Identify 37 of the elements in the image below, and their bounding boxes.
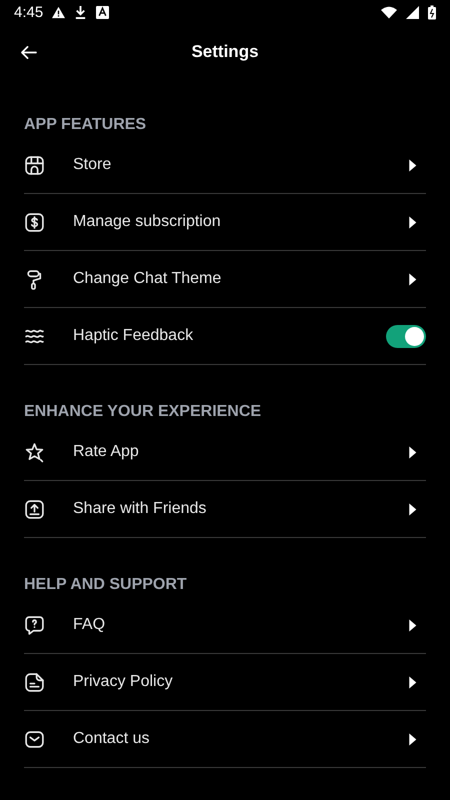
store-icon bbox=[24, 154, 45, 176]
app-notification-icon bbox=[96, 6, 110, 18]
settings-item[interactable]: Rate App bbox=[24, 424, 426, 480]
settings-item[interactable]: FAQ bbox=[24, 597, 426, 653]
mail-icon bbox=[24, 728, 45, 750]
battery-icon bbox=[428, 4, 436, 20]
settings-item[interactable]: Store bbox=[24, 137, 426, 193]
settings-item[interactable]: Manage subscription bbox=[24, 194, 426, 250]
settings-item[interactable]: Change Chat Theme bbox=[24, 251, 426, 307]
chevron-right-icon bbox=[408, 446, 417, 458]
section-heading: APP FEATURES bbox=[24, 115, 148, 135]
chevron-right-icon bbox=[408, 216, 417, 228]
section-heading: HELP AND SUPPORT bbox=[24, 575, 188, 595]
signal-icon bbox=[406, 6, 419, 18]
question-bubble-icon bbox=[24, 614, 45, 636]
settings-item[interactable]: Haptic Feedback bbox=[24, 308, 426, 364]
chevron-right-icon bbox=[408, 732, 417, 746]
warning-icon bbox=[52, 6, 66, 18]
chevron-right-icon bbox=[408, 272, 417, 286]
download-icon bbox=[74, 6, 88, 18]
back-arrow-icon bbox=[20, 44, 36, 60]
chevron-right-icon bbox=[408, 158, 417, 172]
dollar-icon bbox=[24, 212, 45, 232]
star-icon bbox=[24, 442, 45, 462]
chevron-right-icon bbox=[408, 676, 417, 688]
status-time: 4:45 bbox=[14, 4, 44, 20]
share-icon bbox=[24, 498, 45, 520]
document-icon bbox=[24, 672, 45, 692]
settings-item[interactable]: Privacy Policy bbox=[24, 654, 426, 710]
settings-item[interactable]: Share with Friends bbox=[24, 481, 426, 537]
chevron-right-icon bbox=[408, 502, 417, 516]
chevron-right-icon bbox=[408, 618, 417, 632]
section-heading: ENHANCE YOUR EXPERIENCE bbox=[24, 402, 262, 422]
screen-title: Settings bbox=[190, 42, 260, 62]
settings-item[interactable]: Contact us bbox=[24, 711, 426, 767]
toggle-switch[interactable] bbox=[386, 324, 426, 348]
wifi-icon bbox=[381, 6, 397, 18]
